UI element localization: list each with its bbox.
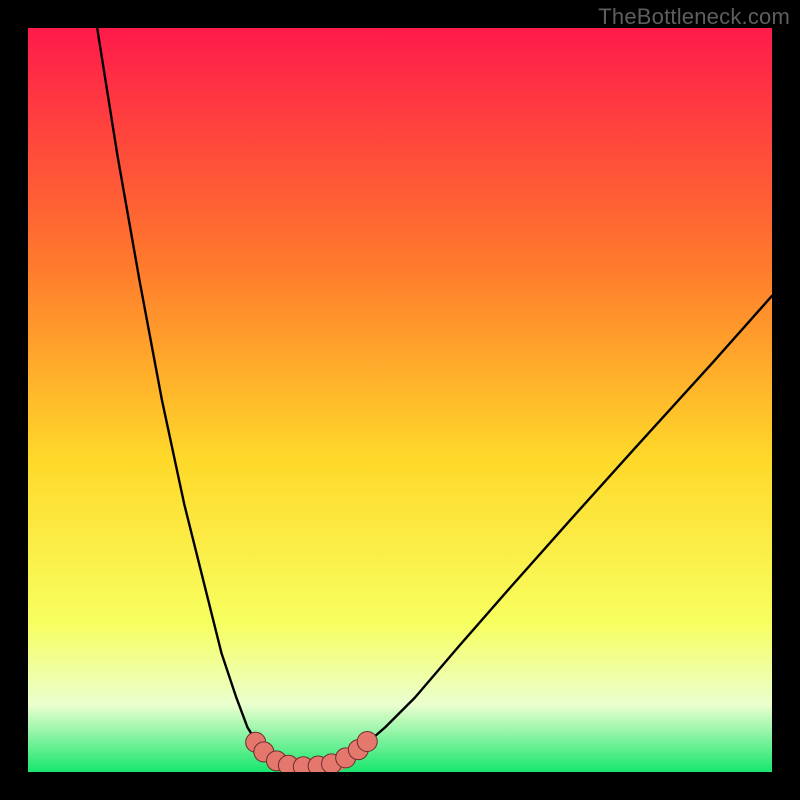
chart-frame: TheBottleneck.com [0, 0, 800, 800]
watermark-text: TheBottleneck.com [598, 4, 790, 30]
bottleneck-chart [28, 28, 772, 772]
curve-marker [357, 732, 377, 752]
gradient-background [28, 28, 772, 772]
